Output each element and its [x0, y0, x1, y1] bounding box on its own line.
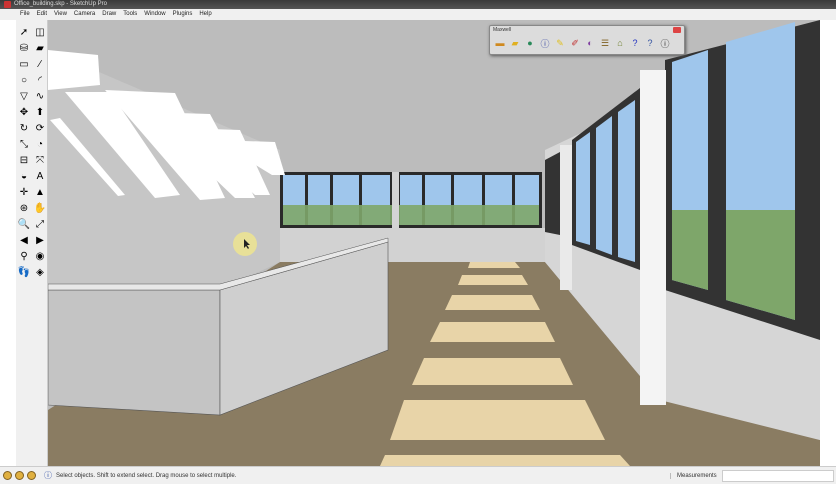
zoom-icon[interactable]: 🔍	[16, 216, 32, 232]
zoom-extents-icon[interactable]: ⤢	[32, 216, 48, 232]
menu-draw[interactable]: Draw	[102, 9, 116, 20]
material-icon[interactable]: ◐	[584, 37, 596, 49]
layers-icon[interactable]: ☰	[599, 37, 611, 49]
3d-viewport[interactable]	[48, 20, 820, 466]
position-camera-icon[interactable]: ⚲	[16, 248, 32, 264]
counter-front	[48, 289, 221, 416]
app-icon	[4, 1, 11, 8]
back-window-panes	[283, 175, 539, 225]
menu-tools[interactable]: Tools	[123, 9, 137, 20]
menu-file[interactable]: File	[20, 9, 30, 20]
title-bar: Office_building.skp - SketchUp Pro	[0, 0, 836, 9]
arc-icon[interactable]: ◜	[32, 72, 48, 88]
scale-icon[interactable]: ⤡	[16, 136, 32, 152]
freehand-icon[interactable]: ∿	[32, 88, 48, 104]
eraser2-icon[interactable]: ▰	[32, 40, 48, 56]
walk-icon[interactable]: 👣	[16, 264, 32, 280]
3d-text-icon[interactable]: ▲	[32, 184, 48, 200]
look-around-icon[interactable]: ◉	[32, 248, 48, 264]
text-icon[interactable]: A	[32, 168, 48, 184]
scene-icon[interactable]: ⌂	[614, 37, 626, 49]
menu-edit[interactable]: Edit	[37, 9, 47, 20]
menu-help[interactable]: Help	[199, 9, 211, 20]
line-icon[interactable]: ∕	[32, 56, 48, 72]
folder-icon[interactable]: ▰	[509, 37, 521, 49]
render-icon[interactable]: ▬	[494, 37, 506, 49]
measurements-label: Measurements	[670, 472, 722, 479]
tools-toolbar: ➚ ◫ ⛁ ▰ ▭ ∕ ○ ◜ ▽ ∿ ✥ ⬆ ↻ ⟳ ⤡ ◔ ⊟ ⤧ ◒ A ✛ ▲ ⊛ ✋ 🔍 ⤢ ◀ ▶ ⚲ ◉ 👣 ◈	[16, 20, 48, 466]
push-pull-icon[interactable]: ⬆	[32, 104, 48, 120]
status-bar: ⓘ Select objects. Shift to extend select…	[0, 466, 836, 484]
section-plane-icon[interactable]: ◈	[32, 264, 48, 280]
user-icon[interactable]	[27, 471, 36, 480]
move-icon[interactable]: ✥	[16, 104, 32, 120]
window-title: Office_building.skp - SketchUp Pro	[14, 1, 107, 7]
dimension-icon[interactable]: ⤧	[32, 152, 48, 168]
tape-measure-icon[interactable]: ⊟	[16, 152, 32, 168]
status-message: Select objects. Shift to extend select. …	[56, 472, 237, 479]
right-margin	[820, 20, 836, 466]
rotate-icon[interactable]: ↻	[16, 120, 32, 136]
about-icon[interactable]: ⓘ	[659, 37, 671, 49]
info-settings-icon[interactable]: ⓘ	[539, 37, 551, 49]
pan-icon[interactable]: ✋	[32, 200, 48, 216]
menu-view[interactable]: View	[54, 9, 67, 20]
menu-bar: File Edit View Camera Draw Tools Window Plugins…	[0, 9, 836, 20]
help2-icon[interactable]: ?	[644, 37, 656, 49]
close-icon[interactable]	[673, 27, 681, 33]
eraser-icon[interactable]: ◫	[32, 24, 48, 40]
paint-bucket-icon[interactable]: ⛁	[16, 40, 32, 56]
geolocation-icon[interactable]	[3, 471, 12, 480]
next-icon[interactable]: ▶	[32, 232, 48, 248]
credits-icon[interactable]	[15, 471, 24, 480]
menu-camera[interactable]: Camera	[74, 9, 95, 20]
protractor-icon[interactable]: ◒	[16, 168, 32, 184]
help-icon[interactable]: ⓘ	[44, 470, 52, 481]
maxwell-toolbar[interactable]: Maxwell ▬ ▰ ● ⓘ ✎ ✐ ◐ ☰ ⌂?? ⓘ	[489, 25, 685, 55]
pin-icon[interactable]: ✐	[569, 37, 581, 49]
offset-icon[interactable]: ◔	[32, 136, 48, 152]
globe-icon[interactable]: ●	[524, 37, 536, 49]
pencil-icon[interactable]: ✎	[554, 37, 566, 49]
orbit-icon[interactable]: ⊛	[16, 200, 32, 216]
follow-me-icon[interactable]: ⟳	[32, 120, 48, 136]
maxwell-title: Maxwell	[493, 27, 512, 33]
column	[640, 70, 666, 405]
axes-icon[interactable]: ✛	[16, 184, 32, 200]
measurements-input[interactable]	[722, 469, 834, 482]
rectangle-icon[interactable]: ▭	[16, 56, 32, 72]
circle-icon[interactable]: ○	[16, 72, 32, 88]
select-icon[interactable]: ➚	[16, 24, 32, 40]
office-scene	[48, 20, 820, 466]
menu-window[interactable]: Window	[144, 9, 165, 20]
help-icon[interactable]: ?	[629, 37, 641, 49]
menu-plugins[interactable]: Plugins	[173, 9, 193, 20]
previous-icon[interactable]: ◀	[16, 232, 32, 248]
polygon-icon[interactable]: ▽	[16, 88, 32, 104]
